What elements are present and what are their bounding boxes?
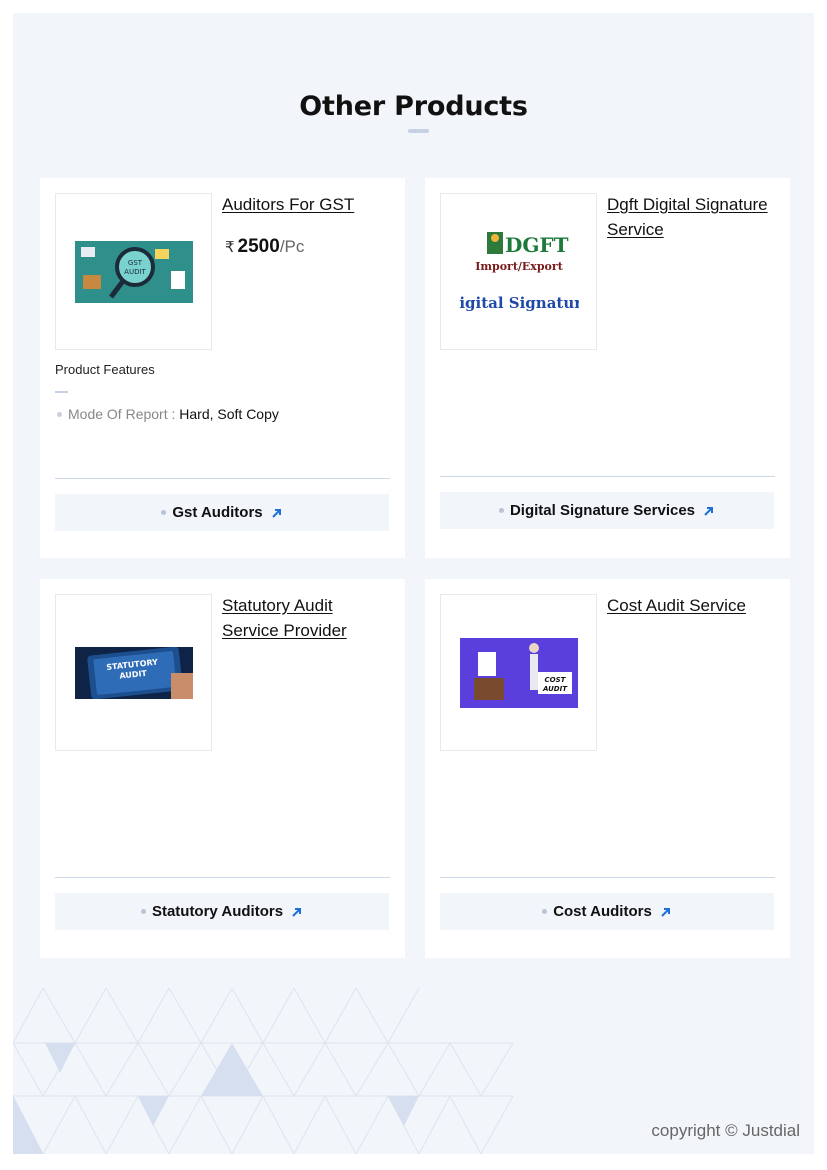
section-title: Other Products [299,91,528,122]
svg-text:Import/Export: Import/Export [475,260,563,273]
category-link-statutory-auditors[interactable]: Statutory Auditors [55,893,389,930]
svg-text:AUDIT: AUDIT [542,685,568,693]
category-label: Cost Auditors [553,903,652,920]
card-divider [55,877,390,878]
cost-audit-illustration: COST AUDIT [459,637,578,708]
category-link-digital-signature-services[interactable]: Digital Signature Services [440,492,774,529]
svg-text:AUDIT: AUDIT [124,268,146,276]
price-amount: 2500 [237,236,280,257]
product-card-cost-audit: COST AUDIT Cost Audit Service Cost Audit… [425,579,790,958]
product-image[interactable]: GST AUDIT [55,193,212,350]
bullet-icon [498,508,504,513]
price-unit: /Pc [279,237,305,256]
category-link-gst-auditors[interactable]: Gst Auditors [55,494,389,531]
card-divider [55,478,390,479]
bullet-icon [161,510,167,515]
card-divider [440,476,775,477]
product-price: ₹2500/Pc [225,236,304,258]
category-link-cost-auditors[interactable]: Cost Auditors [440,893,774,930]
features-title: Product Features [55,362,155,377]
svg-text:GST: GST [127,259,142,267]
features-underline [55,391,68,393]
feature-label: Mode Of Report : [68,406,180,422]
svg-text:Digital Signature: Digital Signature [459,294,579,312]
gst-audit-illustration: GST AUDIT [74,240,193,303]
bullet-icon [57,411,62,417]
product-card-statutory-audit: STATUTORY AUDIT Statutory Audit Service … [40,579,405,958]
product-name-link[interactable]: Auditors For GST [222,192,390,217]
product-name-link[interactable]: Dgft Digital Signature Service [607,192,775,242]
arrow-up-right-icon [661,907,670,917]
product-name-link[interactable]: Cost Audit Service [607,593,775,618]
category-label: Gst Auditors [172,504,263,521]
decorative-triangle-pattern [13,988,514,1154]
arrow-up-right-icon [271,508,281,518]
category-label: Digital Signature Services [509,502,696,519]
category-label: Statutory Auditors [151,903,284,920]
product-image[interactable]: STATUTORY AUDIT [55,594,212,751]
svg-text:DGFT: DGFT [505,233,569,257]
bullet-icon [140,909,146,914]
svg-text:COST: COST [544,676,566,684]
dgft-digital-signature-logo: DGFT Import/Export Digital Signature [459,231,579,312]
card-divider [440,877,775,878]
product-image[interactable]: DGFT Import/Export Digital Signature [440,193,597,350]
arrow-up-right-icon [292,907,302,917]
product-card-auditors-for-gst: GST AUDIT Auditors For GST ₹2500/Pc Prod… [40,178,405,558]
feature-item: Mode Of Report : Hard, Soft Copy [55,406,279,422]
arrow-up-right-icon [704,506,714,516]
feature-value: Hard, Soft Copy [179,406,279,422]
title-underline [408,129,429,133]
product-name-link[interactable]: Statutory Audit Service Provider [222,593,390,643]
statutory-audit-illustration: STATUTORY AUDIT [74,646,193,699]
rupee-icon: ₹ [225,239,235,256]
product-image[interactable]: COST AUDIT [440,594,597,751]
copyright-text: copyright © Justdial [651,1121,800,1140]
bullet-icon [542,909,548,914]
product-card-dgft-digital-signature: DGFT Import/Export Digital Signature Dgf… [425,178,790,558]
page-background: Other Products GST AUDIT Auditors For GS… [13,13,814,1154]
